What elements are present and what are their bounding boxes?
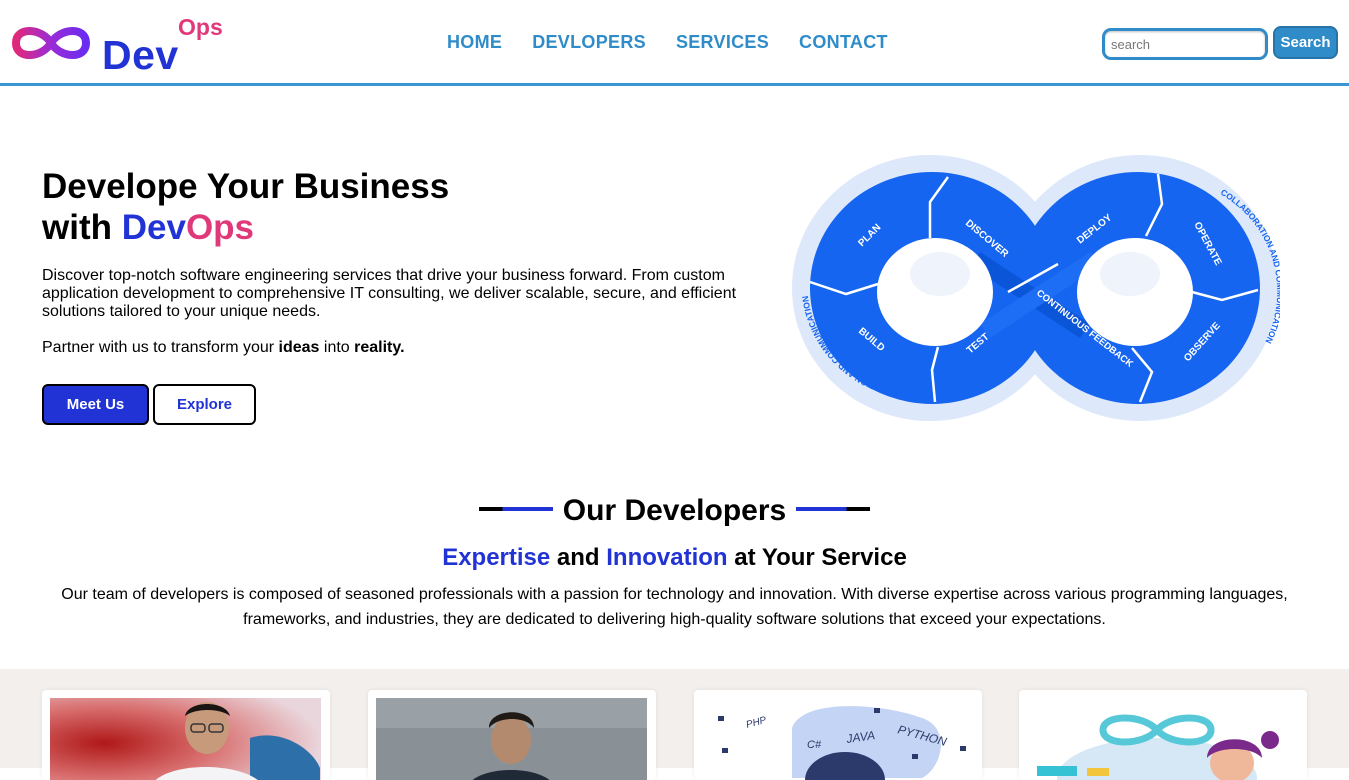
developers-heading: Our Developers xyxy=(0,494,1349,528)
subheading-and: and xyxy=(550,544,607,571)
devops-infinity-graphic: PLAN DISCOVER DEPLOY OPERATE BUILD TEST … xyxy=(792,155,1280,421)
subheading-rest: at Your Service xyxy=(727,544,907,571)
logo-ops-text: Ops xyxy=(178,14,223,40)
logo[interactable]: Dev Ops xyxy=(10,14,230,78)
nav-contact[interactable]: CONTACT xyxy=(799,32,888,53)
main-nav: HOME DEVLOPERS SERVICES CONTACT xyxy=(447,32,888,53)
developers-heading-text: Our Developers xyxy=(562,494,787,527)
nav-services[interactable]: SERVICES xyxy=(676,32,769,53)
developer-card[interactable] xyxy=(42,690,330,780)
search-input[interactable] xyxy=(1102,28,1268,60)
hero-partner-text: Partner with us to transform your ideas … xyxy=(42,339,405,357)
developer-card[interactable] xyxy=(368,690,656,780)
heading-line-right xyxy=(796,507,871,512)
hero-title-dev: Dev xyxy=(121,208,186,247)
search-button[interactable]: Search xyxy=(1273,26,1338,59)
hero-title-with: with xyxy=(42,208,122,247)
partner-text-mid: into xyxy=(319,339,355,356)
meet-us-button[interactable]: Meet Us xyxy=(42,384,149,425)
subheading-innovation: Innovation xyxy=(606,544,728,571)
lang-csharp: C# xyxy=(807,739,822,751)
developer-card[interactable] xyxy=(1019,690,1307,780)
heading-line-left xyxy=(478,507,553,512)
hero-description: Discover top-notch software engineering … xyxy=(42,267,737,320)
partner-text-pre: Partner with us to transform your xyxy=(42,339,279,356)
developers-paragraph: Our team of developers is composed of se… xyxy=(61,586,1288,628)
infinity-logo-icon xyxy=(12,27,90,59)
developer-card[interactable]: JAVA PYTHON C# PHP xyxy=(694,690,982,780)
partner-text-reality: reality. xyxy=(354,339,405,356)
hero-title-line1: Develope Your Business xyxy=(42,167,450,206)
nav-home[interactable]: HOME xyxy=(447,32,502,53)
hero-title-ops: Ops xyxy=(185,208,255,247)
subheading-expertise: Expertise xyxy=(442,544,551,571)
explore-button[interactable]: Explore xyxy=(153,384,256,425)
site-header: Dev Ops HOME DEVLOPERS SERVICES CONTACT … xyxy=(0,0,1349,86)
developers-subheading: Expertise and Innovation at Your Service xyxy=(0,544,1349,572)
logo-dev-text: Dev xyxy=(102,32,179,78)
nav-developers[interactable]: DEVLOPERS xyxy=(532,32,646,53)
partner-text-ideas: ideas xyxy=(278,339,320,356)
hero-title: Develope Your Business with DevOps xyxy=(42,166,449,248)
